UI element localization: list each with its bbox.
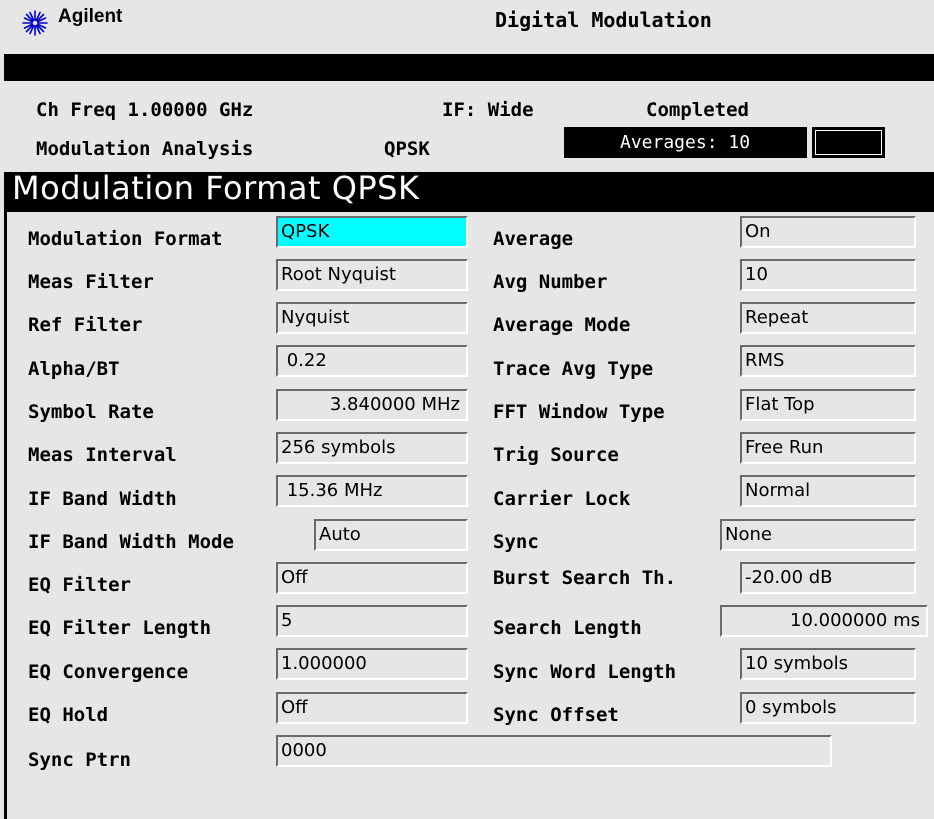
label-sync-offset: Sync Offset	[493, 704, 619, 726]
burst-search-th-field[interactable]: -20.00 dB	[740, 562, 916, 594]
label-sync-ptrn: Sync Ptrn	[28, 749, 131, 771]
ref-filter-field[interactable]: Nyquist	[276, 302, 468, 334]
label-carrier-lock: Carrier Lock	[493, 488, 631, 510]
label-sync-word-length: Sync Word Length	[493, 661, 677, 683]
agilent-spark-icon	[22, 10, 48, 36]
fft-window-type-field[interactable]: Flat Top	[740, 389, 916, 421]
label-average-mode: Average Mode	[493, 314, 631, 336]
avg-number-field[interactable]: 10	[740, 259, 916, 291]
label-avg-number: Avg Number	[493, 271, 608, 293]
label-eq-filter: EQ Filter	[28, 574, 131, 596]
eq-hold-field[interactable]: Off	[276, 692, 468, 724]
averages-count: Averages: 10	[620, 132, 751, 153]
sync-field[interactable]: None	[720, 519, 916, 551]
label-fft-window-type: FFT Window Type	[493, 401, 665, 423]
label-eq-convergence: EQ Convergence	[28, 661, 189, 683]
label-ref-filter: Ref Filter	[28, 314, 143, 336]
label-average: Average	[493, 228, 574, 250]
label-burst-search-th: Burst Search Th.	[493, 567, 677, 589]
title-bar	[0, 0, 934, 54]
sync-ptrn-field[interactable]: 0000	[276, 735, 832, 767]
measurement-status: Completed	[646, 99, 749, 121]
label-modulation-format: Modulation Format	[28, 228, 223, 250]
label-alpha-bt: Alpha/BT	[28, 358, 120, 380]
channel-frequency: Ch Freq 1.00000 GHz	[36, 99, 254, 121]
message-bar	[4, 54, 934, 81]
alpha-bt-field[interactable]: 0.22	[276, 345, 468, 377]
modulation-format-status: QPSK	[384, 138, 430, 160]
search-length-field[interactable]: 10.000000 ms	[720, 605, 928, 637]
label-symbol-rate: Symbol Rate	[28, 401, 154, 423]
meas-filter-field[interactable]: Root Nyquist	[276, 259, 468, 291]
carrier-lock-field[interactable]: Normal	[740, 475, 916, 507]
eq-convergence-field[interactable]: 1.000000	[276, 648, 468, 680]
label-sync: Sync	[493, 531, 539, 553]
brand-name: Agilent	[58, 6, 123, 27]
label-search-length: Search Length	[493, 617, 642, 639]
trace-avg-type-field[interactable]: RMS	[740, 345, 916, 377]
if-band-width-mode-field[interactable]: Auto	[314, 519, 468, 551]
app-title: Digital Modulation	[495, 8, 712, 32]
label-eq-filter-length: EQ Filter Length	[28, 617, 212, 639]
if-band-width-field[interactable]: 15.36 MHz	[276, 475, 468, 507]
label-eq-hold: EQ Hold	[28, 704, 109, 726]
eq-filter-field[interactable]: Off	[276, 562, 468, 594]
trig-source-field[interactable]: Free Run	[740, 432, 916, 464]
symbol-rate-field[interactable]: 3.840000 MHz	[276, 389, 468, 421]
menu-title: Modulation Format QPSK	[12, 169, 420, 207]
sync-offset-field[interactable]: 0 symbols	[740, 692, 916, 724]
label-trace-avg-type: Trace Avg Type	[493, 358, 654, 380]
measurement-name: Modulation Analysis	[36, 138, 254, 160]
average-mode-field[interactable]: Repeat	[740, 302, 916, 334]
sync-word-length-field[interactable]: 10 symbols	[740, 648, 916, 680]
eq-filter-length-field[interactable]: 5	[276, 605, 468, 637]
label-meas-filter: Meas Filter	[28, 271, 154, 293]
meas-interval-field[interactable]: 256 symbols	[276, 432, 468, 464]
if-mode: IF: Wide	[442, 99, 534, 121]
status-indicator-box	[812, 127, 885, 158]
average-field[interactable]: On	[740, 216, 916, 248]
label-if-band-width-mode: IF Band Width Mode	[28, 531, 234, 553]
label-meas-interval: Meas Interval	[28, 444, 177, 466]
modulation-format-field[interactable]: QPSK	[276, 216, 468, 248]
label-trig-source: Trig Source	[493, 444, 619, 466]
label-if-band-width: IF Band Width	[28, 488, 177, 510]
